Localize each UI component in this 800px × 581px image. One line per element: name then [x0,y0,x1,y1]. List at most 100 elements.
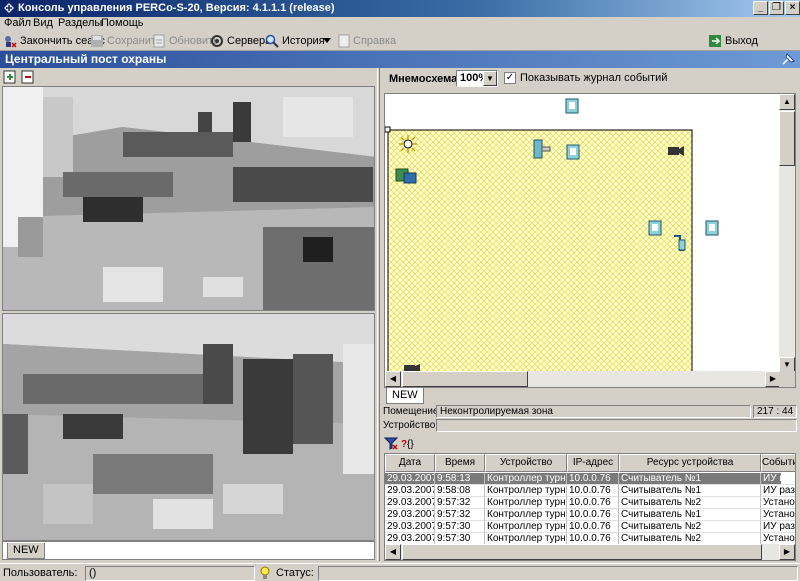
sun-sensor-icon[interactable] [398,134,418,154]
col-header-date[interactable]: Дата [385,454,435,472]
cell-resource: Считыватель №1 [619,485,761,497]
floor-plan [385,126,693,373]
exit-button[interactable]: Выход [708,33,758,49]
tab-new-mnemo[interactable]: NEW [386,388,424,404]
turnstile-icon[interactable] [533,139,551,159]
scroll-thumb[interactable] [402,371,528,387]
scroll-left-button[interactable]: ◀ [385,371,401,387]
tab-new-camera[interactable]: NEW [7,543,45,559]
camera-toolbar [0,68,378,86]
col-header-resource[interactable]: Ресурс устройства [619,454,761,472]
minimize-button[interactable]: _ [753,1,768,15]
title-bar[interactable]: Консоль управления PERCo-S-20, Версия: 4… [0,0,800,17]
mnemo-tabstrip: NEW [384,388,796,405]
chevron-down-icon[interactable]: ▼ [483,71,497,86]
user-label: Пользователь: [3,567,78,579]
table-row[interactable]: 29.03.20079:57:32Контроллер турникета10.… [385,509,795,521]
status-bar: Пользователь: () Статус: [0,563,800,581]
cell-resource: Считыватель №1 [619,509,761,521]
cell-date: 29.03.2007 [385,521,435,533]
menu-help[interactable]: Помощь [101,17,144,29]
end-session-icon [5,36,17,48]
room-value: Неконтролируемая зона [436,405,751,418]
cell-device: Контроллер турникета [485,485,567,497]
cell-event: ИУ разблокировано [761,485,795,497]
table-row[interactable]: 29.03.20079:58:08Контроллер турникета10.… [385,485,795,497]
history-button[interactable]: История [265,33,325,49]
cell-time: 9:58:13 [435,473,485,485]
menu-file[interactable]: Файл [4,17,31,29]
cell-resource: Считыватель №2 [619,497,761,509]
camera-view-2[interactable] [2,313,375,541]
event-log-table[interactable]: Дата Время Устройство IP-адрес Ресурс ус… [384,453,796,561]
door-lock-icon[interactable] [671,232,687,252]
scroll-up-button[interactable]: ▲ [779,94,795,110]
menu-sections[interactable]: Разделы [58,17,102,29]
log-toolbar: ?{} [381,435,800,452]
servers-button[interactable]: Сервера [210,33,271,49]
col-header-time[interactable]: Время [435,454,485,472]
camera-tabstrip: NEW [2,541,375,560]
table-row[interactable]: 29.03.20079:57:30Контроллер турникета10.… [385,521,795,533]
cell-ip: 10.0.0.76 [567,509,619,521]
pin-icon[interactable] [780,52,796,67]
help-icon [338,34,350,48]
scroll-corner [779,371,795,387]
map-horizontal-scrollbar[interactable]: ◀ ▶ [385,371,781,387]
map-vertical-scrollbar[interactable]: ▲ ▼ [779,94,795,373]
cell-device: Контроллер турникета [485,509,567,521]
exit-icon [709,35,721,47]
controller-icon[interactable] [395,167,417,185]
app-icon [4,3,14,13]
query-icon[interactable]: ?{} [401,436,415,450]
reader-icon[interactable] [566,144,580,160]
table-row[interactable]: 29.03.20079:57:32Контроллер турникета10.… [385,497,795,509]
remove-camera-icon[interactable] [21,70,35,84]
camera-image-office-2 [3,314,374,540]
col-header-device[interactable]: Устройство [485,454,567,472]
help-button[interactable]: Справка [338,33,396,49]
camera-image-office-1 [3,87,374,310]
cell-time: 9:57:30 [435,521,485,533]
add-camera-icon[interactable] [3,70,17,84]
reader-icon[interactable] [705,220,719,236]
history-dropdown-arrow[interactable] [323,33,331,49]
col-header-ip[interactable]: IP-адрес [567,454,619,472]
mnemo-map[interactable]: ▲ ▼ ◀ ▶ [384,93,796,388]
mnemo-toolbar: Мнемосхема 100% ▼ ✓ Показывать журнал со… [381,68,800,90]
scroll-right-button[interactable]: ▶ [779,544,795,560]
cell-time: 9:58:08 [435,485,485,497]
table-row[interactable]: 29.03.20079:58:13Контроллер турникета10.… [385,473,795,485]
cell-date: 29.03.2007 [385,473,435,485]
device-value [436,419,797,432]
reader-icon[interactable] [565,98,579,114]
filter-icon[interactable] [384,436,398,450]
camera-view-1[interactable] [2,86,375,311]
cell-device: Контроллер турникета [485,497,567,509]
show-log-label: Показывать журнал событий [520,72,668,84]
show-log-checkbox[interactable]: ✓ [504,72,516,84]
cell-event: Установлен режим [761,497,795,509]
cell-resource: Считыватель №2 [619,521,761,533]
cursor-coords: 217 : 44 [753,405,797,418]
restore-button[interactable]: ❐ [769,1,784,15]
refresh-button[interactable]: Обновить [152,33,219,49]
save-button[interactable]: Сохранить [90,33,162,49]
log-horizontal-scrollbar[interactable]: ◀ ▶ [385,544,795,560]
zoom-select[interactable]: 100% ▼ [456,70,498,87]
close-button[interactable]: × [785,1,800,15]
section-header: Центральный пост охраны [0,51,800,68]
pane-splitter[interactable] [377,68,380,561]
svg-text:{}: {} [407,439,414,450]
menu-view[interactable]: Вид [33,17,53,29]
room-label: Помещение: [383,406,442,417]
lightbulb-icon [260,566,270,579]
video-camera-icon[interactable] [667,144,685,158]
cell-ip: 10.0.0.76 [567,497,619,509]
reader-icon[interactable] [648,220,662,236]
scroll-thumb[interactable] [779,111,795,166]
scroll-left-button[interactable]: ◀ [385,544,401,560]
scroll-thumb[interactable] [402,544,762,560]
device-label: Устройство: [383,420,439,431]
col-header-event[interactable]: Событие [761,454,795,472]
